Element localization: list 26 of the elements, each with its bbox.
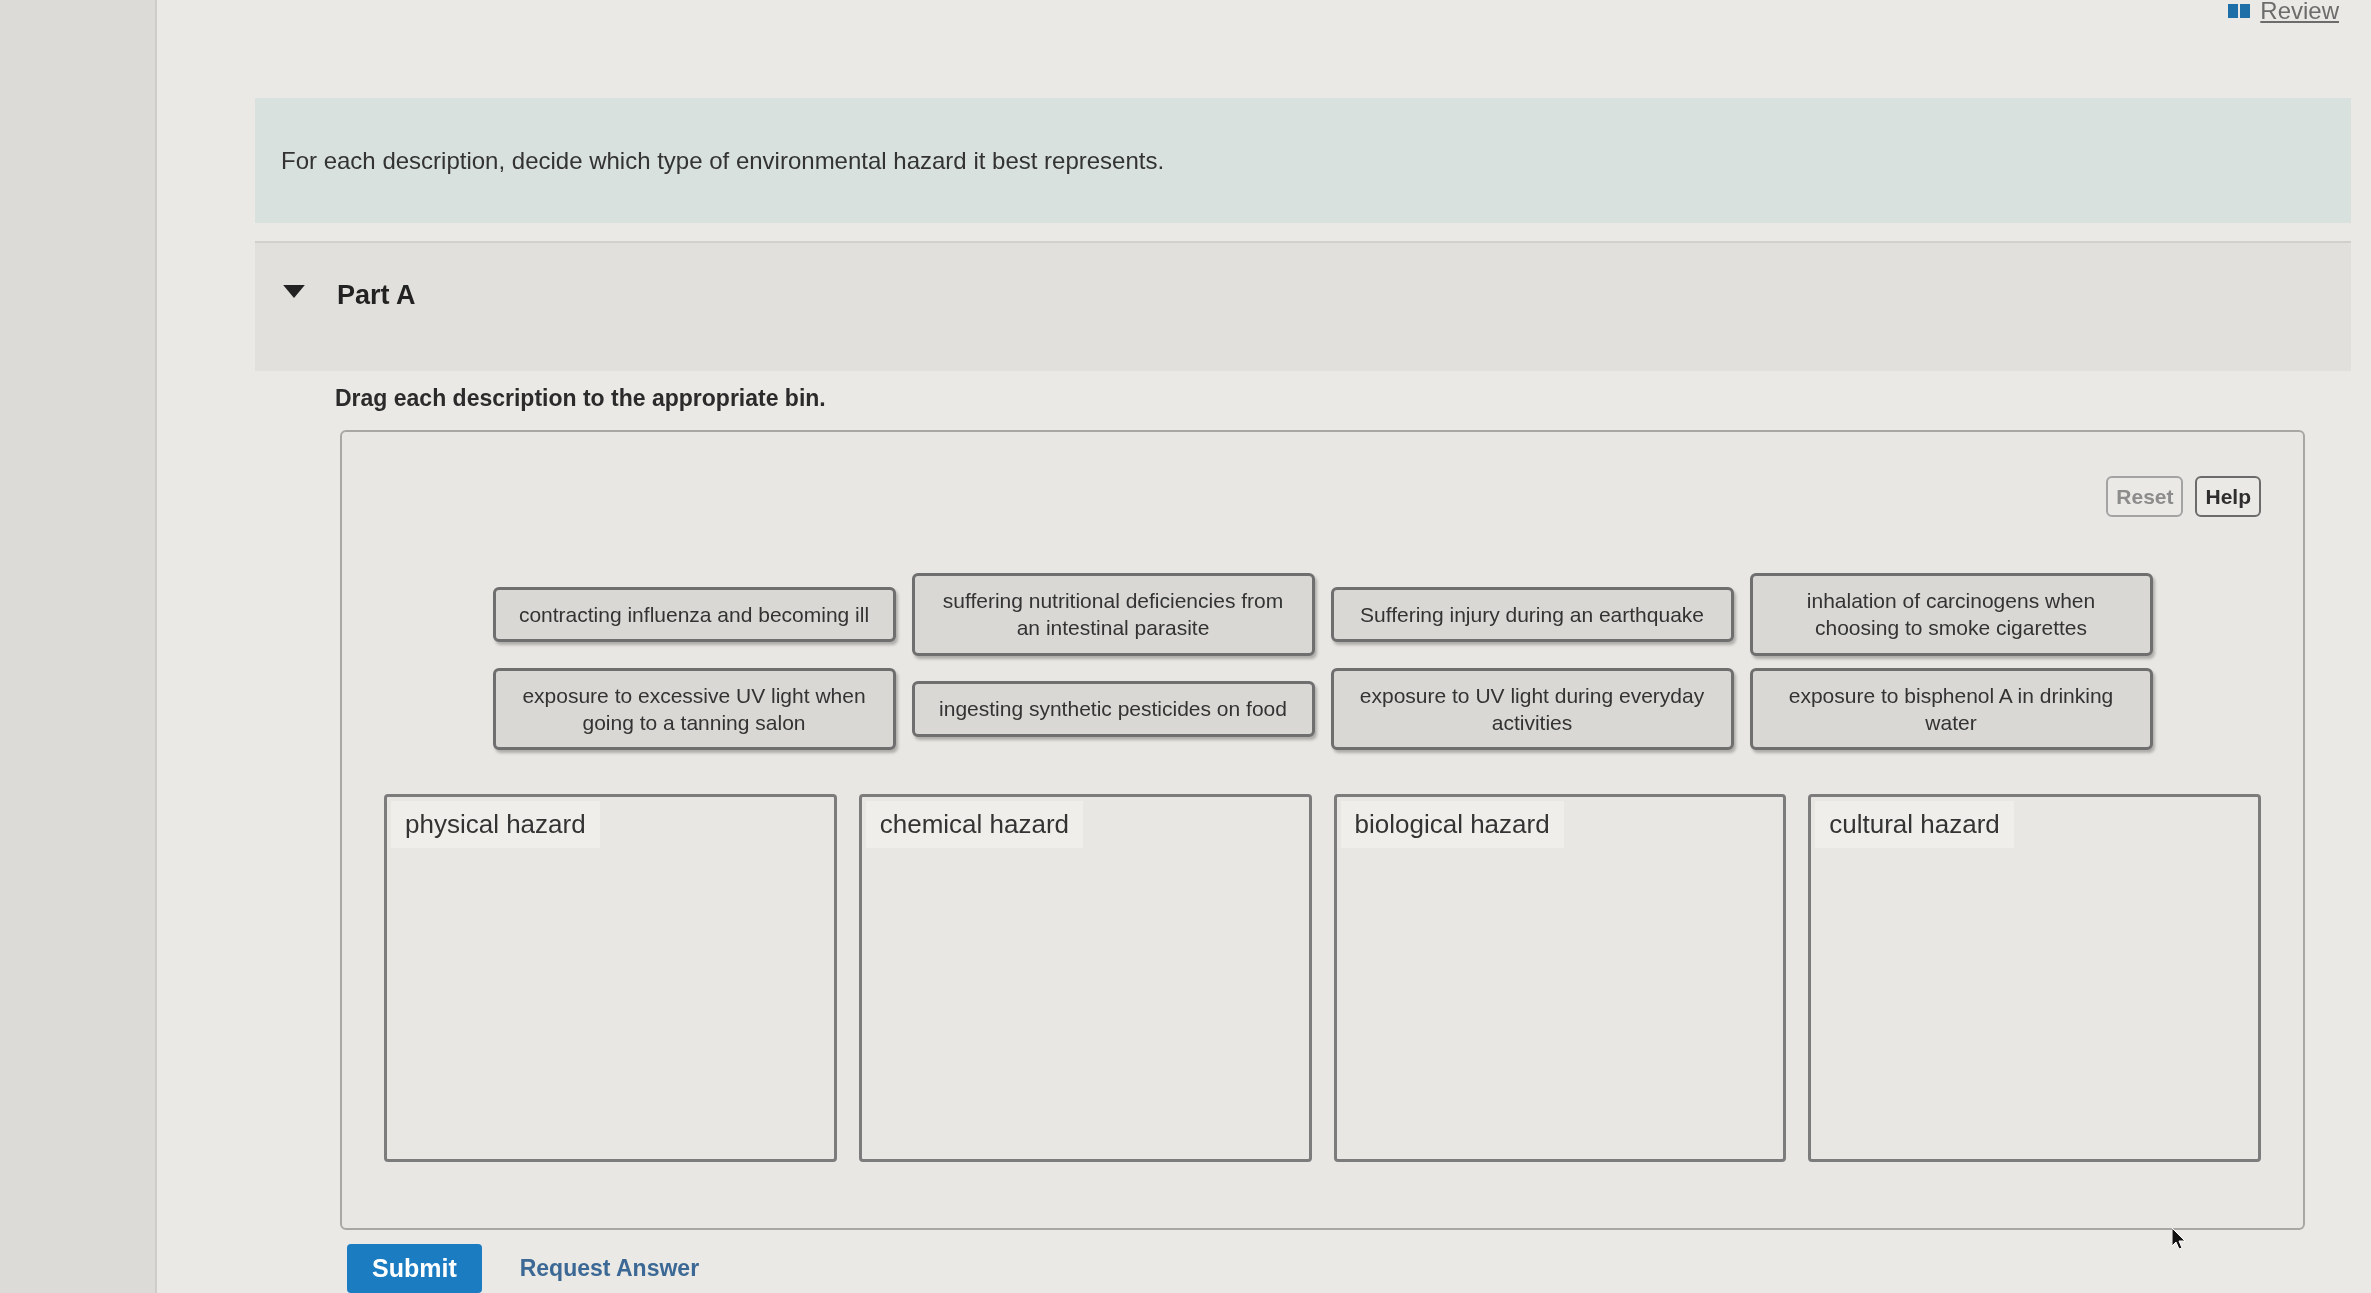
- caret-down-icon[interactable]: [283, 285, 305, 299]
- part-title: Part A: [337, 279, 416, 313]
- drop-bin[interactable]: cultural hazard: [1808, 794, 2261, 1163]
- bin-label: biological hazard: [1340, 801, 1564, 849]
- draggable-card[interactable]: inhalation of carcinogens when choosing to smoke cigarettes: [1749, 573, 2153, 656]
- cursor-icon: [2172, 1228, 2186, 1250]
- draggable-card[interactable]: Suffering injury during an earthquake: [1330, 586, 1734, 642]
- drop-bin[interactable]: physical hazard: [384, 794, 837, 1163]
- draggable-card[interactable]: exposure to excessive UV light when going to a tanning salon: [492, 667, 896, 751]
- drop-bin[interactable]: biological hazard: [1333, 794, 1787, 1163]
- draggable-card[interactable]: suffering nutritional deficiencies from an intestinal parasite: [911, 573, 1315, 656]
- request-answer-link[interactable]: Request Answer: [519, 1251, 700, 1286]
- draggable-card[interactable]: exposure to bisphenol A in drinking water: [1749, 667, 2153, 751]
- review-link[interactable]: Review: [2260, 0, 2339, 23]
- bin-label: physical hazard: [391, 801, 600, 849]
- bin-label: cultural hazard: [1815, 801, 2014, 849]
- bin-label: chemical hazard: [865, 801, 1084, 849]
- drop-bin[interactable]: chemical hazard: [858, 794, 1312, 1163]
- help-button[interactable]: Help: [2195, 475, 2261, 517]
- draggable-card[interactable]: contracting influenza and becoming ill: [492, 586, 896, 642]
- submit-button[interactable]: Submit: [347, 1243, 482, 1293]
- instructions-text: For each description, decide which type of environmental hazard it best represents.: [281, 145, 1165, 176]
- draggable-card[interactable]: exposure to UV light during everyday activities: [1330, 667, 1734, 751]
- bars-icon: [2228, 4, 2251, 18]
- task-prompt: Drag each description to the appropriate bin.: [335, 384, 826, 413]
- draggable-card[interactable]: ingesting synthetic pesticides on food: [911, 681, 1315, 737]
